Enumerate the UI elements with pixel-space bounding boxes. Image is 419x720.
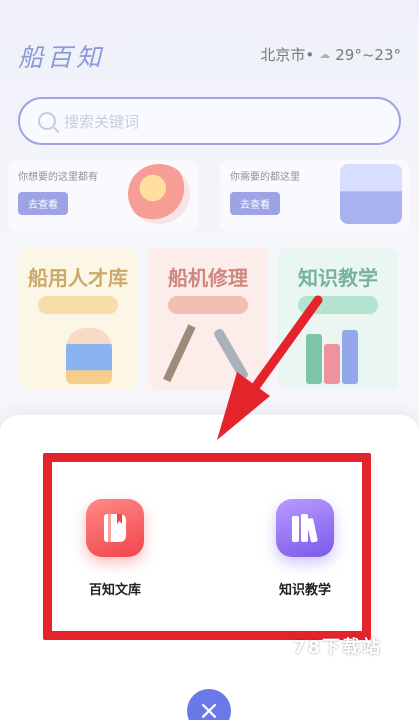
close-icon: ×: [198, 696, 220, 720]
close-button[interactable]: ×: [187, 689, 231, 720]
watermark: 78下载站: [293, 637, 383, 658]
annotation-highlight-box: [43, 453, 371, 640]
